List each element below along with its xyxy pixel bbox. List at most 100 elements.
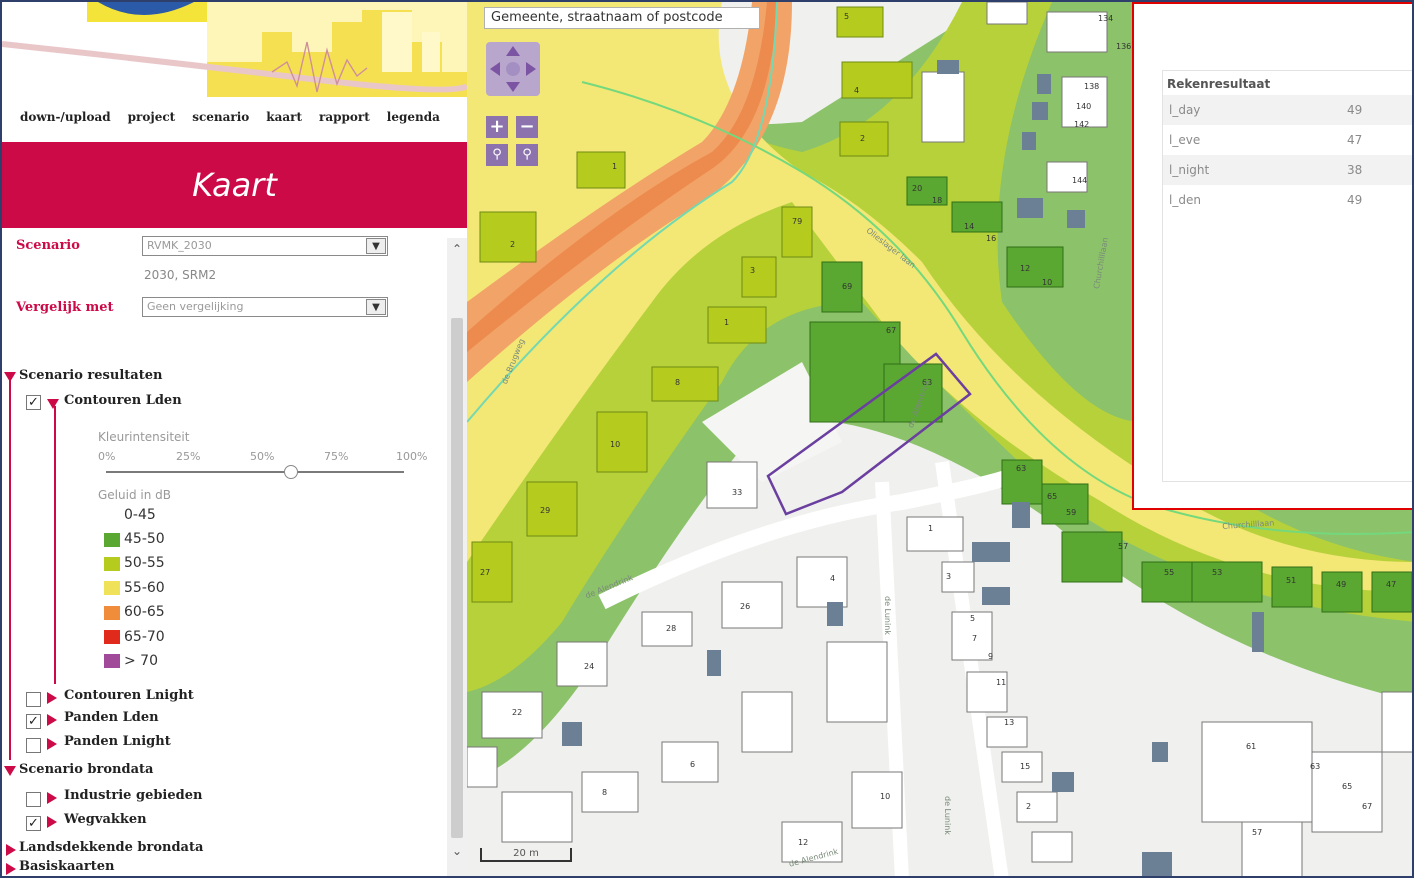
house-number: 1 <box>724 318 730 327</box>
checkbox-contours-lnight[interactable] <box>26 692 41 707</box>
search-input[interactable]: Gemeente, straatnaam of postcode <box>484 7 760 29</box>
tree-panden-lnight[interactable]: Panden Lnight <box>64 734 171 749</box>
scenario-select[interactable]: RVMK_2030 ▼ <box>142 236 388 256</box>
house-number: 7 <box>972 634 978 643</box>
expand-right-icon[interactable] <box>47 738 57 750</box>
house-number: 12 <box>798 838 809 847</box>
house-number: 63 <box>1310 762 1321 771</box>
tree-base-maps[interactable]: Basiskaarten <box>19 859 114 874</box>
expand-right-icon[interactable] <box>47 792 57 804</box>
house-number: 2 <box>510 240 516 249</box>
house-number: 4 <box>854 86 860 95</box>
scroll-up-icon[interactable]: ⌃ <box>447 242 467 260</box>
legend-swatch <box>104 581 120 595</box>
tree-line <box>54 406 56 684</box>
checkbox-road-segments[interactable]: ✓ <box>26 816 41 831</box>
house-number: 53 <box>1212 568 1223 577</box>
result-panel: Rekenresultaat l_day 49 l_eve 47 l_night… <box>1132 2 1412 510</box>
checkbox-panden-lden[interactable]: ✓ <box>26 714 41 729</box>
scrollbar-thumb[interactable] <box>451 318 463 838</box>
house-number: 3 <box>750 266 756 275</box>
result-key: l_day <box>1169 103 1201 117</box>
house-number: 49 <box>1336 580 1347 589</box>
app-frame: down-/upload project scenario kaart rapp… <box>0 0 1414 878</box>
expand-down-icon[interactable] <box>4 766 16 776</box>
house-number: 14 <box>964 222 975 231</box>
house-number: 51 <box>1286 576 1297 585</box>
house-number: 6 <box>690 760 696 769</box>
nav-item-kaart[interactable]: kaart <box>266 110 302 132</box>
result-key: l_night <box>1169 163 1210 177</box>
legend-swatch <box>104 630 120 644</box>
house-number: 140 <box>1076 102 1092 111</box>
house-number: 69 <box>842 282 853 291</box>
tree-contours-lnight[interactable]: Contouren Lnight <box>64 688 194 703</box>
zoom-box-in-icon[interactable]: ⚲ <box>486 144 508 166</box>
checkbox-industry[interactable] <box>26 792 41 807</box>
slider-tick: 25% <box>176 450 201 463</box>
house-number: 22 <box>512 708 523 717</box>
slider-tick: 75% <box>324 450 349 463</box>
pan-arrows-icon <box>490 46 536 92</box>
tree-contours-lden[interactable]: Contouren Lden <box>64 393 182 408</box>
zoom-in-button[interactable]: + <box>486 116 508 138</box>
house-number: 13 <box>1004 718 1015 727</box>
expand-down-icon[interactable] <box>4 372 16 382</box>
pan-control[interactable] <box>486 42 540 96</box>
nav-item-rapport[interactable]: rapport <box>319 110 370 132</box>
expand-right-icon[interactable] <box>47 692 57 704</box>
intensity-label: Kleurintensiteit <box>98 430 190 444</box>
tree-line <box>9 378 11 760</box>
house-number: 29 <box>540 506 551 515</box>
scenario-subtext: 2030, SRM2 <box>144 268 217 282</box>
street-label: de Lunink <box>943 796 952 835</box>
sound-label: Geluid in dB <box>98 488 171 502</box>
expand-right-icon[interactable] <box>47 714 57 726</box>
expand-right-icon[interactable] <box>6 844 16 856</box>
compare-select[interactable]: Geen vergelijking ▼ <box>142 297 388 317</box>
intensity-slider-handle[interactable] <box>283 465 298 479</box>
house-number: 61 <box>1246 742 1257 751</box>
house-number: 33 <box>732 488 743 497</box>
house-number: 20 <box>912 184 923 193</box>
tree-scenario-source[interactable]: Scenario brondata <box>19 762 153 777</box>
house-number: 12 <box>1020 264 1031 273</box>
house-number: 136 <box>1116 42 1132 51</box>
result-key: l_eve <box>1169 133 1201 147</box>
legend-label: 55-60 <box>124 580 165 596</box>
street-label: de Lunink <box>883 596 892 635</box>
expand-right-icon[interactable] <box>47 816 57 828</box>
slider-tick: 100% <box>396 450 428 463</box>
panel-scrollbar[interactable]: ⌃ ⌄ <box>447 238 467 876</box>
tree-national-source[interactable]: Landsdekkende brondata <box>19 840 203 855</box>
nav-item-scenario[interactable]: scenario <box>192 110 249 132</box>
house-number: 18 <box>932 196 943 205</box>
slider-tick: 50% <box>250 450 275 463</box>
expand-right-icon[interactable] <box>6 863 16 875</box>
house-number: 5 <box>970 614 976 623</box>
result-row: l_night 38 <box>1163 155 1412 185</box>
house-number: 10 <box>880 792 891 801</box>
zoom-box-out-icon[interactable]: ⚲ <box>516 144 538 166</box>
legend-swatch <box>104 606 120 620</box>
zoom-out-button[interactable]: − <box>516 116 538 138</box>
map-scale-bar: 20 m <box>480 848 572 862</box>
tree-road-segments[interactable]: Wegvakken <box>64 812 147 827</box>
legend-label: 65-70 <box>124 629 165 645</box>
nav-item-upload[interactable]: down-/upload <box>20 110 111 132</box>
tree-panden-lden[interactable]: Panden Lden <box>64 710 159 725</box>
house-number: 27 <box>480 568 491 577</box>
house-number: 67 <box>886 326 897 335</box>
result-value: 49 <box>1347 103 1363 117</box>
tree-scenario-results[interactable]: Scenario resultaten <box>19 368 162 383</box>
scroll-down-icon[interactable]: ⌄ <box>447 844 467 862</box>
nav-item-legenda[interactable]: legenda <box>387 110 440 132</box>
checkbox-contours-lden[interactable]: ✓ <box>26 395 41 410</box>
legend-label: 60-65 <box>124 604 165 620</box>
tree-industry[interactable]: Industrie gebieden <box>64 788 202 803</box>
house-number: 55 <box>1164 568 1175 577</box>
intensity-slider-track[interactable] <box>106 465 404 479</box>
nav-item-project[interactable]: project <box>128 110 176 132</box>
expand-down-icon[interactable] <box>47 399 59 409</box>
checkbox-panden-lnight[interactable] <box>26 738 41 753</box>
